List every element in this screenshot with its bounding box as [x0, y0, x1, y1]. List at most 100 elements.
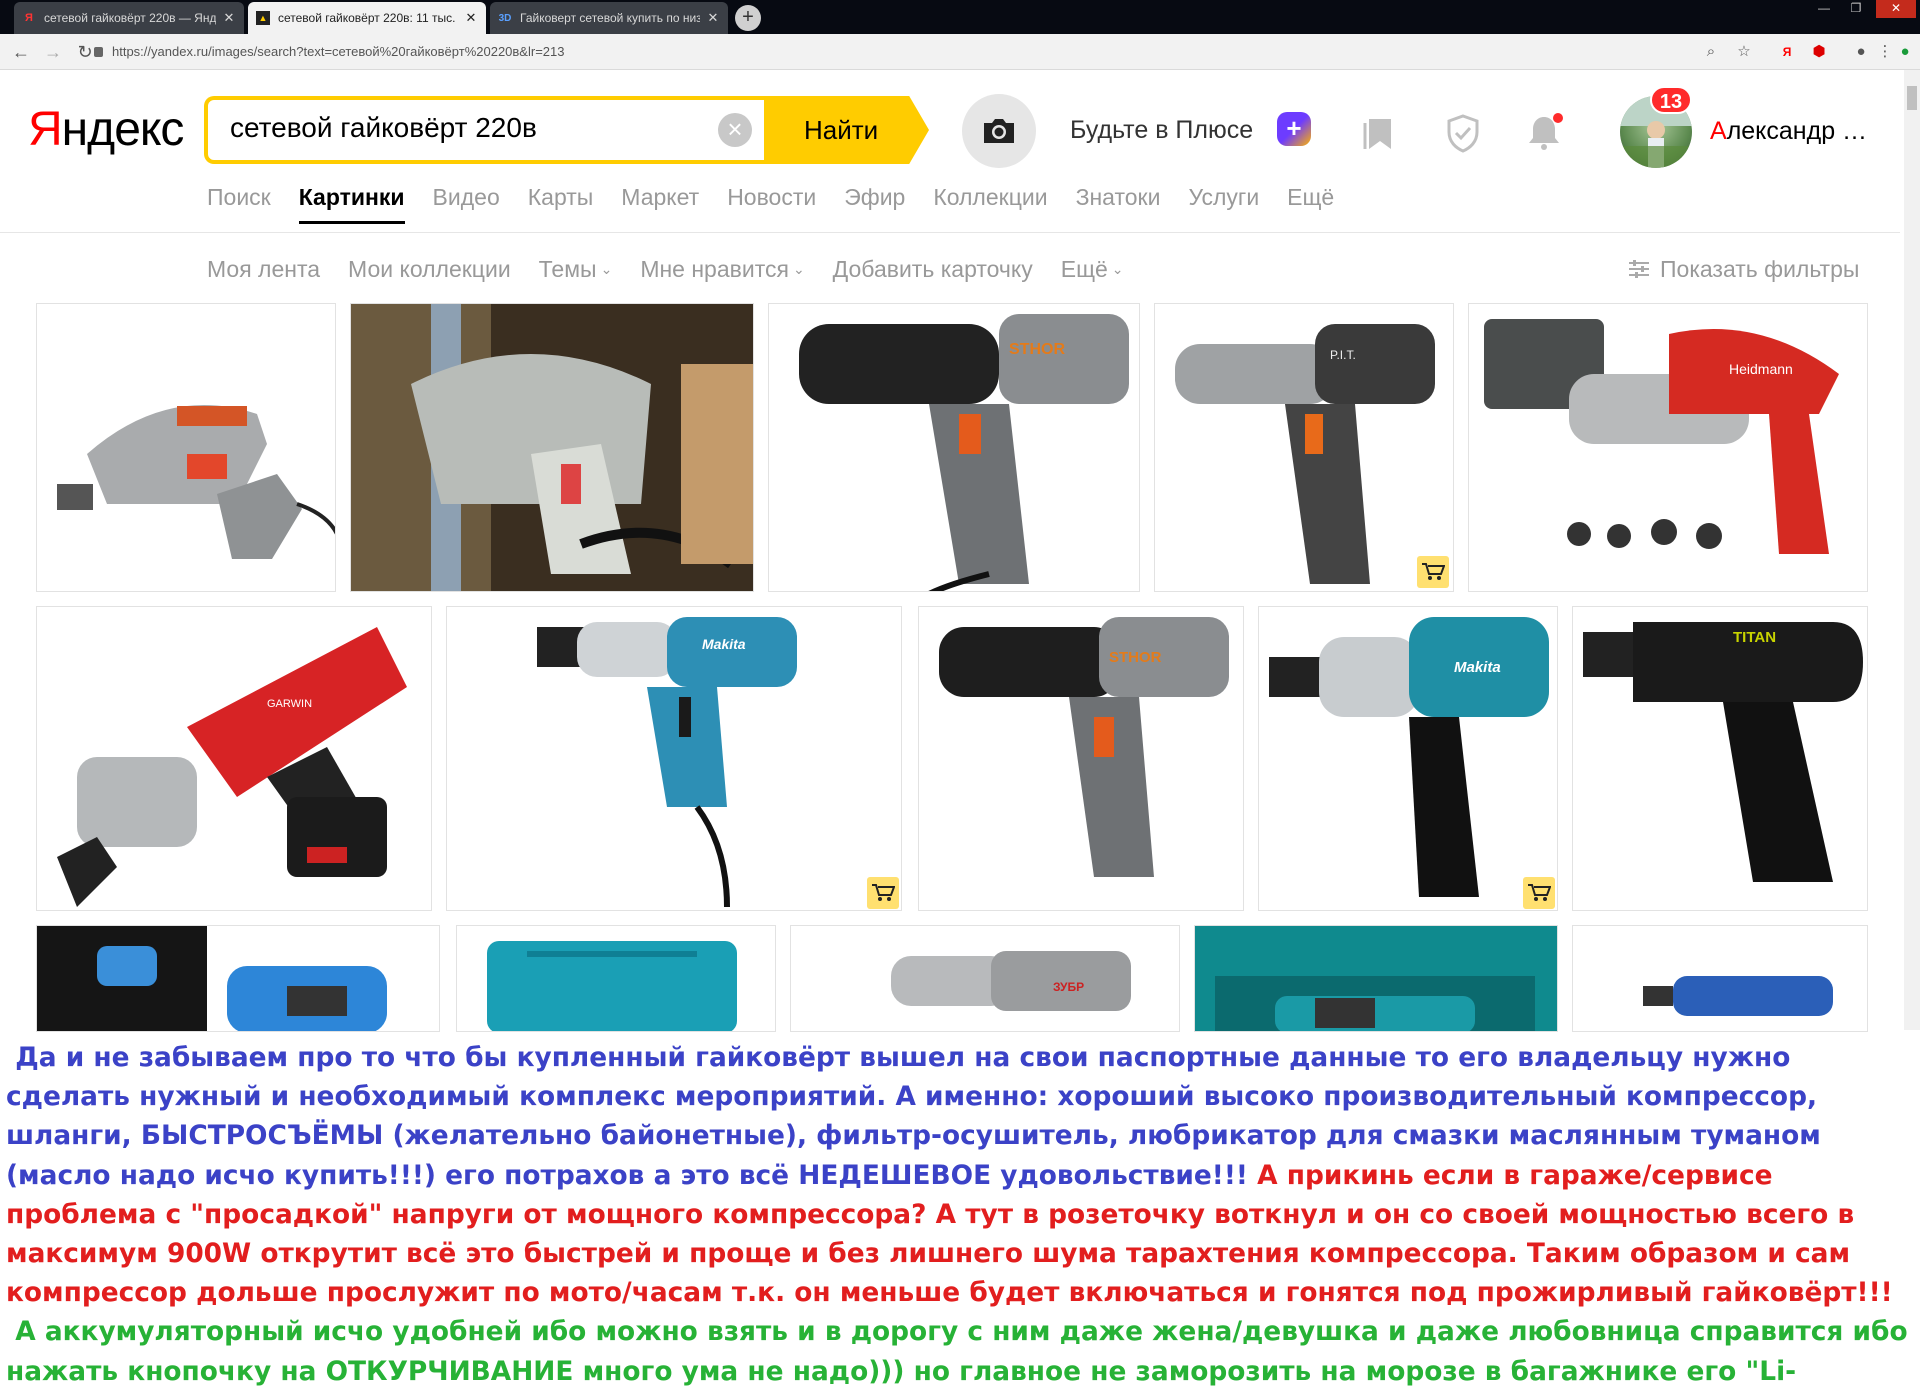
themes-dropdown[interactable]: Темы ⌄ [539, 256, 613, 283]
minimize-icon[interactable]: — [1812, 0, 1836, 18]
add-card-link[interactable]: Добавить карточку [833, 256, 1033, 283]
tab-close-icon[interactable]: ✕ [222, 10, 236, 26]
image-result-1[interactable] [36, 303, 336, 592]
update-icon[interactable]: ● [1894, 41, 1916, 63]
bookmark-star-icon[interactable]: ☆ [1733, 41, 1755, 63]
collections-icon[interactable] [1360, 113, 1400, 153]
clear-icon[interactable]: × [718, 113, 752, 147]
service-more[interactable]: Ещё [1287, 184, 1334, 224]
image-result-4[interactable]: P.I.T. [1154, 303, 1454, 592]
browser-tab-2[interactable]: ▲ сетевой гайковёрт 220в: 11 тыс. ✕ [248, 2, 486, 34]
close-window-icon[interactable]: ✕ [1876, 0, 1916, 18]
image-result-7[interactable]: Makita [446, 606, 902, 911]
search-input[interactable]: сетевой гайковёрт 220в [230, 112, 537, 144]
forward-icon[interactable]: → [42, 41, 64, 63]
impact-wrench-image: Makita [1259, 607, 1557, 910]
likes-label: Мне нравится [640, 256, 789, 282]
cart-icon [872, 884, 895, 901]
browser-tab-1[interactable]: Я сетевой гайковёрт 220в — Яндекс ✕ [14, 2, 244, 34]
chevron-down-icon: ⌄ [600, 261, 613, 277]
show-filters-button[interactable]: Показать фильтры [1660, 256, 1859, 283]
subnav-more-dropdown[interactable]: Ещё ⌄ [1061, 256, 1124, 283]
comment-overlay: Да и не забываем про то что бы купленный… [0, 1032, 1920, 1394]
filters-icon[interactable] [1628, 258, 1650, 280]
menu-icon[interactable]: ⋮ [1874, 41, 1896, 63]
tile-brand: Makita [702, 636, 746, 652]
impact-wrench-image: STHOR [919, 607, 1243, 910]
lock-icon [94, 47, 103, 57]
service-znatoki[interactable]: Знатоки [1076, 184, 1161, 224]
tab-close-icon[interactable]: ✕ [464, 10, 478, 26]
image-result-12[interactable] [456, 925, 776, 1032]
service-market[interactable]: Маркет [621, 184, 699, 224]
reload-icon[interactable]: ↻ [74, 41, 96, 63]
service-images[interactable]: Картинки [298, 184, 405, 224]
service-maps[interactable]: Карты [528, 184, 594, 224]
tile-brand: Heidmann [1729, 361, 1793, 377]
comment-green-text: А аккумуляторный исчо удобней ибо можно … [6, 1316, 1908, 1387]
url-field[interactable]: https://yandex.ru/images/search?text=сет… [112, 42, 1612, 62]
tab-close-icon[interactable]: ✕ [706, 10, 720, 26]
scrollbar[interactable] [1904, 70, 1920, 1030]
yandex-ext-icon[interactable]: Я [1776, 41, 1798, 63]
user-name[interactable]: Александр … [1710, 117, 1867, 146]
impact-wrench-image: STHOR [769, 304, 1139, 591]
back-icon[interactable]: ← [10, 41, 32, 63]
image-result-13[interactable]: ЗУБР [790, 925, 1180, 1032]
image-result-10[interactable]: TITAN [1572, 606, 1868, 911]
plus-promo-label[interactable]: Будьте в Плюсе [1070, 116, 1253, 145]
browser-tab-3[interactable]: 3D Гайковерт сетевой купить по низ ✕ [490, 2, 728, 34]
search-box[interactable]: сетевой гайковёрт 220в × [204, 96, 764, 164]
shop-cart-badge[interactable] [867, 877, 899, 909]
tile-brand: STHOR [1009, 341, 1065, 358]
zoom-icon[interactable]: ⌕ [1700, 41, 1722, 63]
service-search[interactable]: Поиск [207, 184, 271, 224]
scrollbar-thumb[interactable] [1907, 86, 1917, 110]
tab-title: Гайковерт сетевой купить по низ [520, 11, 700, 25]
image-result-5[interactable]: Heidmann [1468, 303, 1868, 592]
image-result-6[interactable]: GARWIN [36, 606, 432, 911]
my-collections-link[interactable]: Мои коллекции [348, 256, 511, 283]
shop-cart-badge[interactable] [1523, 877, 1555, 909]
shop-cart-badge[interactable] [1417, 556, 1449, 588]
case-image [457, 926, 775, 1031]
likes-dropdown[interactable]: Мне нравится ⌄ [640, 256, 804, 283]
my-feed-link[interactable]: Моя лента [207, 256, 320, 283]
maximize-icon[interactable]: ❐ [1844, 0, 1868, 18]
yandex-logo[interactable]: Яндекс [28, 102, 184, 157]
service-video[interactable]: Видео [433, 184, 500, 224]
shield-icon[interactable] [1443, 113, 1483, 153]
impact-wrench-image [37, 304, 335, 591]
adblock-icon[interactable]: ⬢ [1808, 41, 1830, 63]
image-result-9[interactable]: Makita [1258, 606, 1558, 911]
comment-paragraph-1: Да и не забываем про то что бы купленный… [6, 1038, 1914, 1312]
tile-brand: ЗУБР [1053, 980, 1084, 994]
notifications-badge: 13 [1650, 86, 1692, 114]
plus-icon[interactable]: + [1277, 112, 1311, 146]
image-search-button[interactable] [962, 94, 1036, 168]
impact-wrench-image: Makita [447, 607, 901, 910]
tile-brand: GARWIN [267, 698, 312, 710]
tile-brand: Makita [1454, 659, 1501, 676]
service-uslugi[interactable]: Услуги [1188, 184, 1259, 224]
find-button[interactable]: Найти [764, 96, 929, 164]
impact-wrench-image: ЗУБР [791, 926, 1179, 1031]
tile-brand: TITAN [1733, 629, 1776, 646]
image-result-2[interactable] [350, 303, 754, 592]
profile-icon[interactable]: ● [1850, 41, 1872, 63]
user-name-rest: лександр … [1726, 117, 1868, 145]
service-news[interactable]: Новости [727, 184, 816, 224]
image-result-11[interactable] [36, 925, 440, 1032]
images-icon: ▲ [256, 11, 270, 25]
service-efir[interactable]: Эфир [844, 184, 905, 224]
image-result-3[interactable]: STHOR [768, 303, 1140, 592]
tab-title: сетевой гайковёрт 220в: 11 тыс. [278, 11, 456, 25]
image-result-8[interactable]: STHOR [918, 606, 1244, 911]
image-result-15[interactable] [1572, 925, 1868, 1032]
3d-icon: 3D [498, 12, 512, 24]
chevron-down-icon: ⌄ [792, 261, 805, 277]
new-tab-button[interactable]: + [735, 5, 761, 31]
service-collections[interactable]: Коллекции [933, 184, 1047, 224]
image-result-14[interactable] [1194, 925, 1558, 1032]
bell-icon[interactable] [1524, 113, 1564, 153]
